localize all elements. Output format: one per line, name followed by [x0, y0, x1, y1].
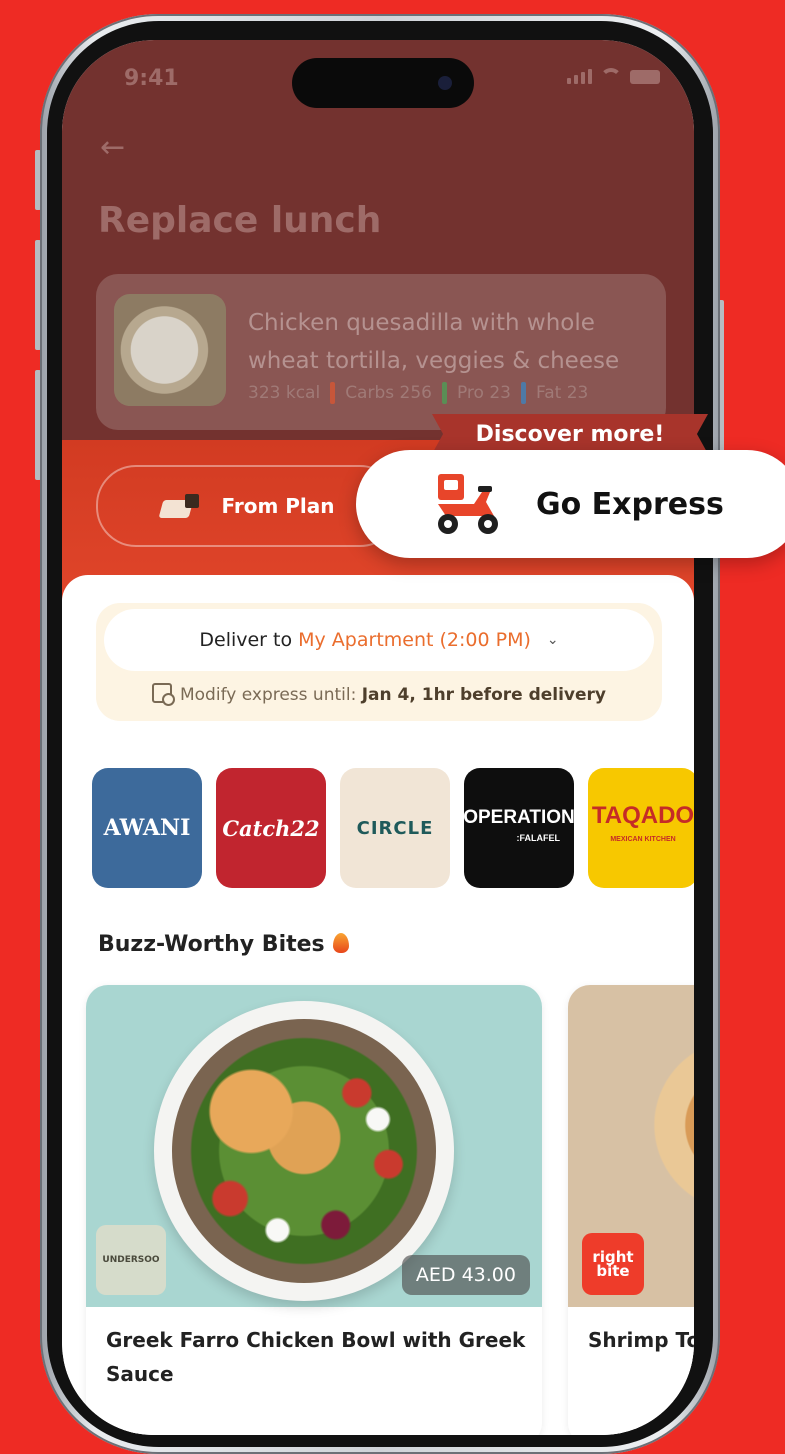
protein-bar — [441, 382, 447, 404]
meal-fat: Fat 23 — [535, 383, 589, 403]
food-title: Greek Farro Chicken Bowl with Greek Sauc… — [106, 1328, 526, 1386]
fat-bar — [520, 382, 526, 404]
camera-icon — [438, 76, 452, 90]
express-content-panel: Deliver to My Apartment (2:00 PM) ⌄ Modi… — [62, 575, 694, 1435]
discover-more-banner: Discover more! — [432, 414, 708, 454]
meal-macros: 323 kcal Carbs 256 Pro 23 Fat 23 — [248, 382, 588, 404]
dimmed-header-area: 9:41 ← Replace lunch Chicken quesadilla … — [62, 40, 694, 440]
brand-name: CIRCLE — [356, 817, 434, 839]
deliver-prefix: Deliver to — [199, 629, 293, 651]
meal-name: Chicken quesadilla with whole wheat tort… — [248, 310, 620, 374]
scooter-icon — [438, 474, 498, 534]
modify-express-row: Modify express until: Jan 4, 1hr before … — [96, 683, 662, 706]
brand-carousel: AWANI Catch22 CIRCLE OPERATION :FALAFEL … — [92, 768, 694, 888]
battery-icon — [630, 70, 660, 84]
meal-protein: Pro 23 — [456, 383, 511, 403]
meal-kcal: 323 kcal — [248, 383, 321, 403]
plan-box-icon — [161, 492, 203, 520]
wifi-icon — [600, 68, 622, 84]
brand-tile-catch22[interactable]: Catch22 — [216, 768, 326, 888]
modify-prefix: Modify express until: — [179, 685, 357, 705]
brand-name: OPERATION — [464, 807, 574, 828]
meal-carbs: Carbs 256 — [345, 383, 432, 403]
status-time: 9:41 — [124, 66, 179, 91]
brand-tile-circle[interactable]: CIRCLE — [340, 768, 450, 888]
signal-icon — [567, 69, 592, 84]
section-title: Buzz-Worthy Bites — [98, 932, 349, 957]
food-title: Shrimp To — [588, 1328, 694, 1352]
go-express-button[interactable]: Go Express — [356, 450, 785, 558]
brand-subtitle: MEXICAN KITCHEN — [610, 836, 676, 843]
fire-icon — [332, 933, 349, 953]
go-express-label: Go Express — [536, 486, 724, 522]
restaurant-badge: UNDERSOO — [96, 1225, 166, 1295]
brand-tile-awani[interactable]: AWANI — [92, 768, 202, 888]
arrow-left-icon[interactable]: ← — [100, 130, 125, 165]
dynamic-island — [292, 58, 474, 108]
deliver-to-selector[interactable]: Deliver to My Apartment (2:00 PM) ⌄ — [104, 609, 654, 671]
calendar-clock-icon — [151, 683, 175, 706]
carbs-bar — [330, 382, 336, 404]
food-card[interactable]: UNDERSOO AED 43.00 Greek Farro Chicken B… — [86, 985, 542, 1435]
salad-graphic — [172, 1019, 436, 1283]
price-tag: AED 43.00 — [401, 1255, 530, 1295]
taco-graphic — [608, 1045, 694, 1205]
delivery-address: My Apartment (2:00 PM) — [298, 629, 531, 651]
food-image: right bite — [568, 985, 694, 1307]
meal-thumbnail — [114, 294, 226, 406]
brand-name: TAQADO — [591, 802, 694, 829]
page-title: Replace lunch — [98, 200, 382, 241]
current-meal-card: Chicken quesadilla with whole wheat tort… — [96, 274, 666, 430]
brand-name: AWANI — [103, 815, 191, 841]
section-title-text: Buzz-Worthy Bites — [98, 932, 325, 957]
brand-tile-taqado[interactable]: TAQADO MEXICAN KITCHEN — [588, 768, 694, 888]
brand-name: Catch22 — [222, 815, 320, 841]
status-icons — [567, 68, 660, 84]
food-card[interactable]: right bite Shrimp To — [568, 985, 694, 1435]
delivery-box: Deliver to My Apartment (2:00 PM) ⌄ Modi… — [96, 603, 662, 721]
phone-screen: 9:41 ← Replace lunch Chicken quesadilla … — [62, 40, 694, 1435]
food-image: UNDERSOO AED 43.00 — [86, 985, 542, 1307]
from-plan-label: From Plan — [221, 494, 335, 518]
brand-subtitle: :FALAFEL — [516, 833, 561, 843]
restaurant-badge: right bite — [582, 1233, 644, 1295]
modify-deadline: Jan 4, 1hr before delivery — [361, 685, 607, 705]
from-plan-button[interactable]: From Plan — [96, 465, 400, 547]
chevron-down-icon: ⌄ — [546, 632, 559, 648]
brand-tile-operation-falafel[interactable]: OPERATION :FALAFEL — [464, 768, 574, 888]
